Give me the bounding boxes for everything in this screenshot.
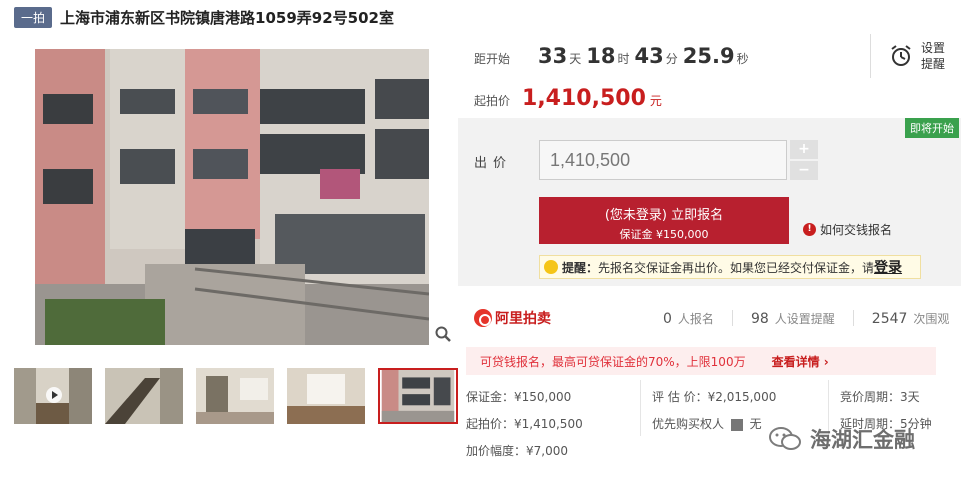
countdown-days-unit: 天 — [569, 52, 582, 66]
bid-label: 出价 — [474, 156, 513, 171]
view-count-value: 2547 — [871, 310, 908, 327]
bid-stepper: + − — [790, 140, 818, 182]
reminder-count-value: 98 — [750, 310, 769, 327]
thumbnail-image — [287, 368, 365, 424]
bid-panel: 即将开始 出价 + − (您未登录) 立即报名 保证金 ¥150,000 ! 如… — [458, 118, 961, 286]
watermark-text: 海湖汇金融 — [810, 428, 915, 452]
loan-banner: 可贷钱报名，最高可贷保证金的70%，上限100万 查看详情 › — [466, 347, 936, 375]
countdown-minutes: 43 — [634, 44, 664, 68]
building-photo — [35, 49, 429, 345]
reminder-count-unit: 人设置提醒 — [774, 311, 835, 326]
set-reminder-button[interactable]: 设置提醒 — [870, 34, 960, 78]
countdown-seconds: 25.9 — [682, 44, 735, 68]
chevron-right-icon: › — [823, 354, 829, 369]
alibaba-logo-text: 阿里拍卖 — [495, 311, 551, 327]
starting-price-value: 1,410,500 — [522, 86, 646, 111]
signup-button[interactable]: (您未登录) 立即报名 保证金 ¥150,000 — [539, 197, 789, 244]
priority-buyer-info: 优先购买权人 无 — [652, 415, 762, 432]
countdown-hours-unit: 时 — [617, 52, 630, 66]
countdown-hours: 18 — [586, 44, 616, 68]
priority-buyer-value: 无 — [749, 417, 762, 431]
view-count-unit: 次围观 — [913, 311, 950, 326]
loan-details-label: 查看详情 — [771, 354, 820, 369]
divider — [852, 310, 854, 326]
countdown: 距开始 33 天 18 时 43 分 25.9 秒 — [474, 44, 754, 68]
countdown-days: 33 — [538, 44, 568, 68]
bulb-icon — [544, 260, 558, 274]
signup-count: 0 人报名 — [663, 310, 714, 327]
thumbnail-2[interactable] — [105, 368, 183, 424]
wechat-icon — [769, 427, 801, 450]
starting-price-unit: 元 — [649, 94, 662, 108]
play-icon[interactable] — [46, 387, 62, 403]
main-photo[interactable] — [35, 49, 429, 345]
countdown-minutes-unit: 分 — [665, 52, 678, 66]
thumbnail-video[interactable] — [14, 368, 92, 424]
loan-text: 可贷钱报名，最高可贷保证金的70%，上限100万 — [480, 354, 746, 369]
tip-body: 先报名交保证金再出价。如果您已经交付保证金，请 — [598, 260, 875, 275]
bidding-cycle-info: 竞价周期：3天 — [840, 390, 920, 404]
priority-buyer-label: 优先购买权人 — [652, 417, 725, 431]
how-to-pay-link[interactable]: ! 如何交钱报名 — [803, 221, 892, 238]
thumbnail-image — [196, 368, 274, 424]
countdown-label: 距开始 — [474, 52, 511, 66]
priority-buyer-icon — [730, 418, 743, 431]
alarm-clock-icon — [891, 45, 911, 66]
divider — [731, 310, 733, 326]
view-count: 2547 次围观 — [872, 310, 950, 327]
thumbnail-strip — [14, 368, 471, 424]
alibaba-logo-icon — [474, 309, 492, 327]
signup-button-label: (您未登录) 立即报名 — [604, 208, 724, 223]
login-tip: 提醒： 先报名交保证金再出价。如果您已经交付保证金，请 登录 — [539, 255, 921, 279]
deposit-info: 保证金：¥150,000 — [466, 390, 572, 404]
how-to-pay-label: 如何交钱报名 — [820, 223, 893, 237]
zoom-icon[interactable] — [434, 325, 452, 343]
status-badge: 即将开始 — [905, 118, 959, 138]
tip-prefix: 提醒： — [562, 260, 599, 275]
alibaba-logo[interactable]: 阿里拍卖 — [474, 308, 551, 328]
countdown-seconds-unit: 秒 — [736, 52, 749, 66]
increase-bid-button[interactable]: + — [790, 140, 818, 159]
appraisal-info: 评 估 价：¥2,015,000 — [652, 390, 777, 404]
info-icon: ! — [803, 223, 816, 236]
set-reminder-label: 设置提醒 — [921, 41, 946, 71]
page-title: 上海市浦东新区书院镇唐港路1059弄92号502室 — [60, 8, 394, 27]
thumbnail-5-selected[interactable] — [378, 368, 458, 424]
auction-round-badge: 一拍 — [14, 6, 53, 28]
thumbnail-3[interactable] — [196, 368, 274, 424]
header: 一拍 上海市浦东新区书院镇唐港路1059弄92号502室 — [14, 6, 394, 28]
decrease-bid-button[interactable]: − — [790, 161, 818, 180]
bid-amount-input[interactable] — [539, 140, 787, 180]
thumbnail-4[interactable] — [287, 368, 365, 424]
watermark: 海湖汇金融 — [768, 424, 915, 454]
increment-info: 加价幅度：¥7,000 — [466, 444, 568, 458]
starting-price-label: 起拍价 — [474, 94, 511, 108]
start-price-info: 起拍价：¥1,410,500 — [466, 417, 583, 431]
login-link[interactable]: 登录 — [874, 257, 902, 277]
platform-stats: 阿里拍卖 0 人报名 98 人设置提醒 2547 次围观 — [474, 308, 964, 328]
reminder-count: 98 人设置提醒 — [751, 310, 835, 327]
divider — [640, 380, 641, 436]
loan-details-link[interactable]: 查看详情 › — [772, 353, 829, 370]
signup-count-unit: 人报名 — [677, 311, 714, 326]
signup-deposit-label: 保证金 ¥150,000 — [619, 228, 709, 241]
signup-count-value: 0 — [663, 310, 672, 327]
thumbnail-image — [381, 370, 455, 422]
thumbnail-image — [105, 368, 183, 424]
starting-price: 起拍价 1,410,500 元 — [474, 86, 662, 111]
